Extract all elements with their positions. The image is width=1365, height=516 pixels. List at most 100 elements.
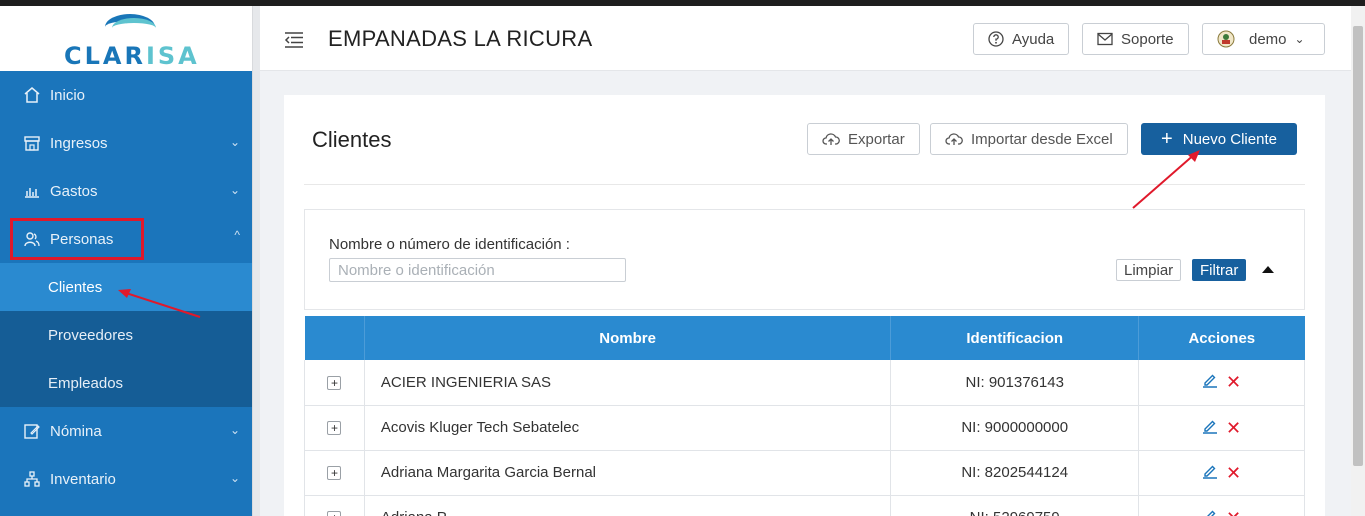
annotation-highlight-box bbox=[10, 218, 144, 260]
sidebar-item-label: Gastos bbox=[50, 182, 98, 200]
sidebar: CLARISA Inicio Ingresos ⌄ Gastos ⌄ Perso… bbox=[0, 6, 252, 516]
column-header-acciones: Acciones bbox=[1138, 316, 1305, 360]
sidebar-item-nomina[interactable]: Nómina ⌄ bbox=[0, 407, 252, 455]
question-circle-icon bbox=[988, 31, 1004, 47]
sidebar-item-gastos[interactable]: Gastos ⌄ bbox=[0, 167, 252, 215]
expand-row-button[interactable]: + bbox=[327, 375, 342, 390]
sidebar-splitter[interactable] bbox=[252, 6, 260, 516]
logo-text-part2: ISA bbox=[145, 42, 200, 70]
home-icon bbox=[22, 85, 42, 105]
chevron-up-icon: ^ bbox=[234, 228, 240, 242]
edit-icon[interactable] bbox=[1202, 463, 1218, 483]
page-title: Clientes bbox=[312, 127, 392, 152]
help-label: Ayuda bbox=[1012, 30, 1055, 48]
chevron-down-icon: ⌄ bbox=[1294, 32, 1305, 46]
sidebar-item-label: Ingresos bbox=[50, 134, 108, 152]
sidebar-item-personas[interactable]: Personas ^ bbox=[0, 215, 252, 263]
logo-arc-accent bbox=[112, 18, 156, 38]
table-row: + ACIER INGENIERIA SAS NI: 901376143 ✕ bbox=[304, 360, 1305, 406]
client-id: NI: 52969759 bbox=[890, 495, 1140, 516]
client-name: Acovis Kluger Tech Sebatelec bbox=[364, 405, 892, 451]
expand-row-button[interactable]: + bbox=[327, 511, 342, 516]
actions-cell: ✕ bbox=[1138, 360, 1305, 406]
expand-cell: + bbox=[304, 450, 365, 496]
new-client-button[interactable]: + Nuevo Cliente bbox=[1141, 123, 1297, 155]
chevron-down-icon: ⌄ bbox=[229, 471, 240, 485]
top-header: EMPANADAS LA RICURA Ayuda Soporte demo ⌄ bbox=[260, 6, 1365, 71]
sidebar-item-inicio[interactable]: Inicio bbox=[0, 71, 252, 119]
search-input[interactable] bbox=[329, 258, 626, 282]
table-row: + Adriana P... NI: 52969759 ✕ bbox=[304, 495, 1305, 516]
delete-icon[interactable]: ✕ bbox=[1226, 373, 1241, 391]
page-scrollbar[interactable] bbox=[1351, 6, 1365, 516]
clientes-card: Clientes Exportar Importar desde Excel +… bbox=[284, 95, 1325, 516]
column-header-expand bbox=[304, 316, 365, 360]
edit-icon[interactable] bbox=[1202, 418, 1218, 438]
table-row: + Acovis Kluger Tech Sebatelec NI: 90000… bbox=[304, 405, 1305, 451]
user-avatar-icon bbox=[1217, 30, 1235, 48]
import-excel-button[interactable]: Importar desde Excel bbox=[930, 123, 1128, 155]
client-name: ACIER INGENIERIA SAS bbox=[364, 360, 892, 406]
client-name: Adriana Margarita Garcia Bernal bbox=[364, 450, 892, 496]
export-label: Exportar bbox=[848, 130, 905, 148]
column-header-identificacion[interactable]: Identificacion bbox=[890, 316, 1140, 360]
sidebar-subitem-proveedores[interactable]: Proveedores bbox=[0, 311, 252, 359]
clients-table: Nombre Identificacion Acciones + ACIER I… bbox=[304, 316, 1305, 516]
client-id: NI: 8202544124 bbox=[890, 450, 1140, 496]
sidebar-item-label: Inicio bbox=[50, 86, 86, 104]
mail-icon bbox=[1097, 32, 1113, 46]
user-menu-button[interactable]: demo ⌄ bbox=[1202, 23, 1325, 55]
logo[interactable]: CLARISA bbox=[0, 6, 252, 71]
delete-icon[interactable]: ✕ bbox=[1226, 509, 1241, 516]
support-button[interactable]: Soporte bbox=[1082, 23, 1189, 55]
actions-cell: ✕ bbox=[1138, 450, 1305, 496]
clear-filter-button[interactable]: Limpiar bbox=[1116, 259, 1182, 281]
edit-icon[interactable] bbox=[1202, 508, 1218, 516]
apply-filter-button[interactable]: Filtrar bbox=[1192, 259, 1247, 281]
user-name: demo bbox=[1249, 30, 1287, 48]
logo-text: CLARISA bbox=[64, 42, 200, 70]
sidebar-subitem-empleados[interactable]: Empleados bbox=[0, 359, 252, 407]
sidebar-submenu-personas: Clientes Proveedores Empleados bbox=[0, 263, 252, 407]
cloud-upload-icon bbox=[945, 132, 963, 146]
client-id: NI: 901376143 bbox=[890, 360, 1140, 406]
collapse-filter-icon[interactable] bbox=[1262, 266, 1274, 273]
delete-icon[interactable]: ✕ bbox=[1226, 464, 1241, 482]
cloud-upload-icon bbox=[822, 132, 840, 146]
chevron-down-icon: ⌄ bbox=[229, 423, 240, 437]
export-button[interactable]: Exportar bbox=[807, 123, 920, 155]
scrollbar-thumb[interactable] bbox=[1353, 26, 1363, 466]
expand-row-button[interactable]: + bbox=[327, 421, 342, 435]
plus-icon: + bbox=[1161, 128, 1173, 150]
divider bbox=[304, 184, 1305, 185]
sidebar-item-inventario[interactable]: Inventario ⌄ bbox=[0, 455, 252, 503]
table-row: + Adriana Margarita Garcia Bernal NI: 82… bbox=[304, 450, 1305, 496]
expand-cell: + bbox=[304, 495, 365, 516]
chevron-down-icon: ⌄ bbox=[229, 183, 240, 197]
column-header-nombre[interactable]: Nombre bbox=[364, 316, 892, 360]
menu-toggle-icon[interactable] bbox=[284, 32, 304, 48]
edit-icon bbox=[22, 421, 42, 441]
filter-panel: Nombre o número de identificación : Limp… bbox=[304, 209, 1305, 310]
edit-icon[interactable] bbox=[1202, 372, 1218, 392]
import-label: Importar desde Excel bbox=[971, 130, 1113, 148]
client-id: NI: 9000000000 bbox=[890, 405, 1140, 451]
bar-chart-icon bbox=[22, 181, 42, 201]
expand-row-button[interactable]: + bbox=[327, 466, 342, 480]
chevron-down-icon: ⌄ bbox=[229, 135, 240, 149]
hierarchy-icon bbox=[22, 469, 42, 489]
filter-label: Nombre o número de identificación : bbox=[329, 236, 570, 253]
sidebar-subitem-clientes[interactable]: Clientes bbox=[0, 263, 252, 311]
help-button[interactable]: Ayuda bbox=[973, 23, 1070, 55]
sidebar-item-label: Inventario bbox=[50, 470, 116, 488]
actions-cell: ✕ bbox=[1138, 495, 1305, 516]
sidebar-item-label: Nómina bbox=[50, 422, 102, 440]
delete-icon[interactable]: ✕ bbox=[1226, 419, 1241, 437]
company-name: EMPANADAS LA RICURA bbox=[328, 26, 593, 51]
client-name: Adriana P... bbox=[364, 495, 892, 516]
store-icon bbox=[22, 133, 42, 153]
new-client-label: Nuevo Cliente bbox=[1182, 130, 1277, 148]
sidebar-item-ingresos[interactable]: Ingresos ⌄ bbox=[0, 119, 252, 167]
actions-cell: ✕ bbox=[1138, 405, 1305, 451]
support-label: Soporte bbox=[1121, 30, 1174, 48]
